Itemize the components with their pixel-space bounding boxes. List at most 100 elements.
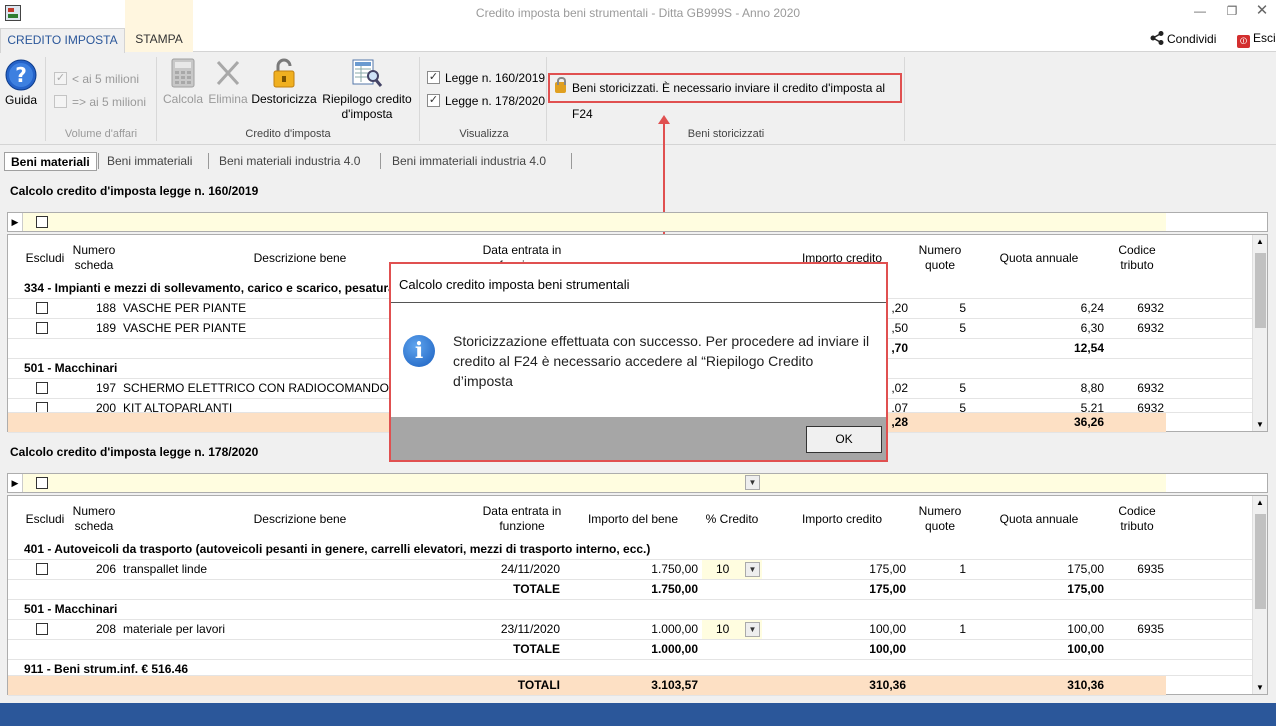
separator — [419, 57, 420, 141]
vol-affari-lt5-checkbox[interactable]: ✓ — [54, 72, 67, 85]
section1-scrollbar[interactable]: ▲ ▼ — [1252, 235, 1267, 431]
tab-credito-imposta[interactable]: CREDITO IMPOSTA — [0, 28, 125, 53]
close-icon[interactable]: ✕ — [1252, 2, 1272, 22]
cell-quota: 310,36 — [1067, 678, 1104, 692]
credito-group-label: Credito d'imposta — [245, 128, 331, 140]
hdr-quota: Quota annuale — [999, 512, 1079, 526]
cell-data: 23/11/2020 — [500, 622, 560, 636]
cell-credito: ,50 — [891, 321, 908, 335]
scroll-down-icon[interactable]: ▼ — [1256, 683, 1264, 692]
scroll-thumb[interactable] — [1255, 253, 1266, 328]
restore-icon[interactable]: ❐ — [1222, 2, 1242, 22]
section2-grid: Escludi Numero scheda Descrizione bene D… — [7, 495, 1268, 696]
total-row[interactable]: TOTALE 1.000,00 100,00 100,00 — [8, 640, 1253, 660]
perc-dropdown[interactable]: ▼ — [745, 562, 760, 577]
section1-title: Calcolo credito d'imposta legge n. 160/2… — [10, 184, 259, 198]
perc-dropdown[interactable]: ▼ — [745, 622, 760, 637]
vol-affari-gte5-label: => ai 5 milioni — [72, 95, 147, 109]
group-row[interactable]: 401 - Autoveicoli da trasporto (autoveic… — [8, 540, 1253, 560]
hdr-descrizione: Descrizione bene — [253, 512, 347, 526]
tab-stampa[interactable]: STAMPA — [125, 28, 193, 52]
group-label: 401 - Autoveicoli da trasporto (autoveic… — [24, 542, 651, 556]
cell-total-label: TOTALE — [513, 582, 560, 596]
dialog-message: Storicizzazione effettuata con successo.… — [453, 333, 870, 389]
visualizza-group-label: Visualizza — [459, 128, 509, 140]
calcola-button[interactable]: Calcola — [162, 58, 204, 107]
separator — [45, 57, 46, 141]
scroll-down-icon[interactable]: ▼ — [1256, 420, 1264, 429]
hdr-numero: Numero scheda — [72, 243, 116, 272]
beni-storicizzati-notice[interactable]: Beni storicizzati. È necessario inviare … — [548, 73, 902, 121]
group-row[interactable]: 501 - Macchinari — [8, 600, 1253, 620]
legge-178-label: Legge n. 178/2020 — [445, 94, 546, 108]
esci-button[interactable]: ⏼ Esci — [1237, 31, 1276, 48]
subtab-beni-immateriali[interactable]: Beni immateriali — [101, 152, 198, 171]
share-icon — [1150, 31, 1164, 45]
cell-descrizione: VASCHE PER PIANTE — [123, 321, 247, 335]
group-label: 501 - Macchinari — [24, 361, 118, 375]
cell-quota: 100,00 — [1067, 622, 1104, 636]
row-indicator-icon: ▶ — [8, 474, 23, 492]
filter-escludi-checkbox[interactable] — [36, 477, 48, 489]
escludi-checkbox[interactable] — [36, 322, 48, 334]
cell-total-label: TOTALE — [513, 642, 560, 656]
cell-credito: 100,00 — [869, 642, 906, 656]
elimina-button[interactable]: Elimina — [206, 58, 250, 107]
riepilogo-button[interactable]: Riepilogo credito d'imposta — [318, 58, 416, 122]
calculator-icon — [171, 58, 195, 88]
cell-numero: 189 — [95, 321, 116, 335]
cell-numero: 200 — [95, 401, 116, 413]
cell-quota: 8,80 — [1080, 381, 1104, 395]
table-row[interactable]: 206 transpallet linde 24/11/2020 1.750,0… — [8, 560, 1253, 580]
section1-filter-row[interactable]: ▶ — [7, 212, 1268, 232]
subtab-beni-materiali[interactable]: Beni materiali — [4, 152, 97, 171]
status-bar — [0, 703, 1276, 726]
group-row[interactable]: 911 - Beni strum.inf. € 516.46 — [8, 660, 1253, 676]
escludi-checkbox[interactable] — [36, 563, 48, 575]
escludi-checkbox[interactable] — [36, 623, 48, 635]
filter-perc-dropdown[interactable]: ▼ — [745, 475, 760, 490]
section2-scrollbar[interactable]: ▲ ▼ — [1252, 496, 1267, 694]
legge-160-checkbox[interactable]: ✓ — [427, 71, 440, 84]
total-row[interactable]: TOTALE 1.750,00 175,00 175,00 — [8, 580, 1253, 600]
cell-credito: ,20 — [891, 301, 908, 315]
table-row[interactable]: 208 materiale per lavori 23/11/2020 1.00… — [8, 620, 1253, 640]
cell-credito: ,07 — [891, 401, 908, 413]
legge-160-label: Legge n. 160/2019 — [445, 71, 546, 85]
scroll-thumb[interactable] — [1255, 514, 1266, 609]
section2-filter-row[interactable]: ▶ ▼ — [7, 473, 1268, 493]
cell-numero: 206 — [95, 562, 116, 576]
cell-credito: 175,00 — [869, 562, 906, 576]
subtab-beni-immateriali-40[interactable]: Beni immateriali industria 4.0 — [386, 152, 552, 171]
scroll-up-icon[interactable]: ▲ — [1256, 498, 1264, 507]
minimize-icon[interactable]: — — [1190, 2, 1210, 22]
vol-affari-gte5-checkbox[interactable] — [54, 95, 67, 108]
riepilogo-label: Riepilogo credito d'imposta — [322, 92, 412, 121]
volume-affari-group-label: Volume d'affari — [64, 128, 138, 140]
legge-178-checkbox[interactable]: ✓ — [427, 94, 440, 107]
destoricizza-button[interactable]: Destoricizza — [251, 58, 317, 107]
vol-affari-lt5-label: < ai 5 milioni — [72, 72, 140, 86]
cell-credito: ,28 — [891, 415, 908, 429]
scroll-up-icon[interactable]: ▲ — [1256, 237, 1264, 246]
dialog-footer: OK — [391, 417, 886, 460]
escludi-checkbox[interactable] — [36, 402, 48, 412]
totali-row[interactable]: TOTALI 3.103,57 310,36 310,36 — [8, 676, 1166, 696]
hdr-quota: Quota annuale — [999, 251, 1079, 265]
cell-numero: 208 — [95, 622, 116, 636]
filter-escludi-checkbox[interactable] — [36, 216, 48, 228]
subtab-beni-materiali-40[interactable]: Beni materiali industria 4.0 — [213, 152, 366, 171]
condividi-button[interactable]: Condividi — [1150, 31, 1216, 46]
escludi-checkbox[interactable] — [36, 302, 48, 314]
cell-importo: 1.750,00 — [651, 582, 698, 596]
hdr-codice: Codice tributo — [1118, 504, 1156, 533]
group-label: 911 - Beni strum.inf. € 516.46 — [24, 662, 189, 676]
svg-text:?: ? — [15, 63, 27, 87]
ok-button[interactable]: OK — [806, 426, 882, 453]
hdr-numero: Numero scheda — [72, 504, 116, 533]
subtab-separator — [208, 153, 209, 169]
guida-button[interactable]: ? Guida — [4, 59, 38, 108]
escludi-checkbox[interactable] — [36, 382, 48, 394]
dialog-title: Calcolo credito imposta beni strumentali — [399, 277, 630, 292]
cell-quota: 12,54 — [1073, 341, 1104, 355]
